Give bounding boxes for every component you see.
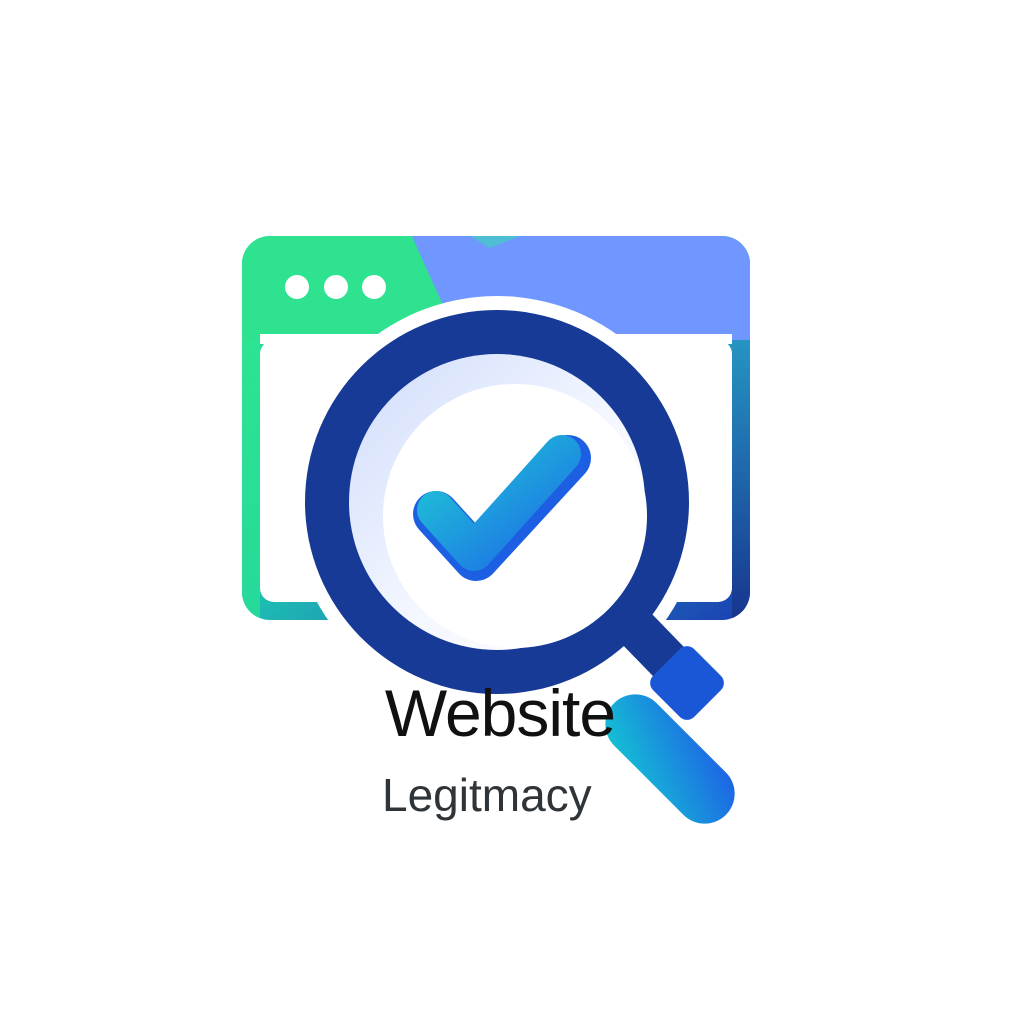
logo-canvas: Website Legitmacy [0, 0, 1024, 1024]
logo-title: Website [384, 676, 616, 750]
window-dots-icon [285, 275, 386, 299]
logo-subtitle: Legitmacy [382, 769, 592, 821]
logo-graphic [242, 236, 750, 824]
